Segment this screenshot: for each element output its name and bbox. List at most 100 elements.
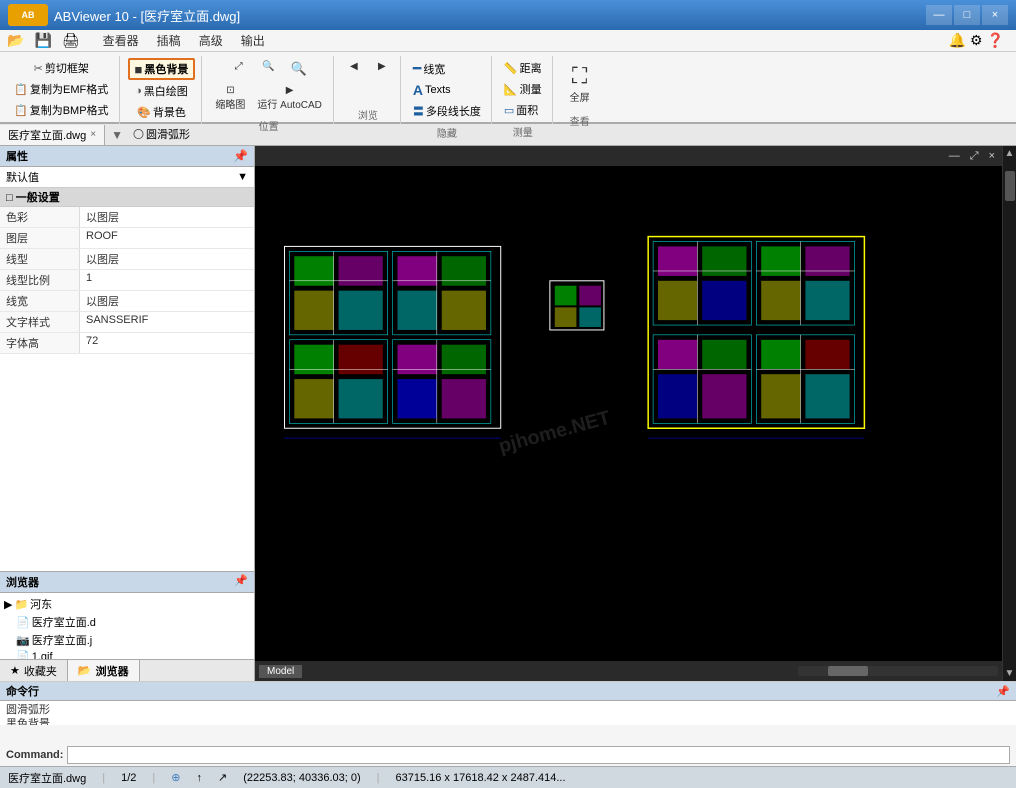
tree-item-hedong[interactable]: ▶ 📁 河东: [2, 595, 252, 613]
title-bar-controls[interactable]: — □ ×: [926, 5, 1008, 25]
tree-item-gif-label: 1.gif: [32, 651, 53, 660]
doc-tab-close-icon[interactable]: ×: [90, 129, 96, 140]
title-bar-left: AB ABViewer 10 - [医疗室立面.dwg]: [8, 4, 240, 26]
tree-item-dwg[interactable]: 📄 医疗室立面.d: [14, 613, 252, 631]
canvas-close-icon[interactable]: ×: [986, 149, 998, 163]
document-tab-active[interactable]: 医疗室立面.dwg ×: [0, 125, 105, 145]
view-group-label: 查看: [570, 113, 590, 128]
thumbnail-icon: ⊡: [226, 85, 234, 96]
props-row-layer: 图层 ROOF: [0, 228, 254, 249]
linewidth-button[interactable]: ━ 线宽: [409, 58, 485, 79]
area-button[interactable]: ▭ 面积: [500, 100, 546, 120]
tab-dropdown-icon[interactable]: ▼: [105, 126, 129, 144]
cmd-pin-icon[interactable]: 📌: [996, 685, 1010, 698]
doc-tab-filename: 医疗室立面.dwg: [8, 127, 86, 143]
texts-button[interactable]: A Texts: [409, 80, 485, 100]
copy-bmp-button[interactable]: 📋 复制为BMP格式: [10, 100, 113, 120]
menu-insert[interactable]: 插稿: [149, 30, 189, 51]
zoom-out-button[interactable]: 🔍: [285, 58, 313, 80]
props-section-general: □ 一般设置: [0, 188, 254, 207]
linewidth-label: 线宽: [423, 61, 445, 77]
scroll-thumb[interactable]: [1005, 171, 1015, 201]
bg-color-button[interactable]: 🎨 背景色: [133, 102, 190, 122]
canvas-minimize-icon[interactable]: —: [946, 149, 963, 163]
minimize-button[interactable]: —: [926, 5, 952, 25]
canvas-main[interactable]: pjhome.NET: [255, 166, 1002, 661]
info-icon[interactable]: ❓: [987, 32, 1004, 49]
close-button[interactable]: ×: [982, 5, 1008, 25]
model-tab[interactable]: Model: [259, 665, 302, 678]
measure-button[interactable]: 📐 测量: [500, 79, 546, 99]
maximize-button[interactable]: □: [954, 5, 980, 25]
black-bg-icon: ■: [135, 62, 143, 77]
menu-advanced[interactable]: 高级: [191, 30, 231, 51]
favorites-tab[interactable]: ★ 收藏夹: [0, 660, 68, 681]
polyline-length-button[interactable]: 〓 多段线长度: [409, 101, 485, 121]
properties-table: □ 一般设置 色彩 以图层 图层 ROOF 线型 以图层 线型比例 1: [0, 188, 254, 571]
bw-drawing-button[interactable]: ◑ 黑白绘图: [131, 81, 192, 101]
properties-dropdown[interactable]: 默认值 ▼: [0, 167, 254, 188]
qa-open-icon[interactable]: 📂: [4, 31, 27, 50]
black-bg-button[interactable]: ■ 黑色背景: [128, 58, 196, 80]
menu-output[interactable]: 输出: [233, 30, 273, 51]
scroll-down-icon[interactable]: ▼: [1003, 666, 1016, 681]
zoom-extents-icon: ⤢: [235, 61, 243, 72]
props-val-linescale: 1: [80, 270, 254, 290]
ribbon-toolbar: ✂ 剪切框架 📋 复制为EMF格式 📋 复制为BMP格式 🔍 显示: [0, 52, 1016, 124]
props-val-color: 以图层: [80, 207, 254, 227]
linewidth-icon: ━: [413, 60, 421, 77]
zoom-extents-button[interactable]: ⤢: [225, 58, 253, 80]
status-divider-2: |: [152, 772, 155, 784]
scroll-up-icon[interactable]: ▲: [1003, 146, 1016, 161]
distance-button[interactable]: 📏 距离: [500, 58, 546, 78]
props-val-fontheight: 72: [80, 333, 254, 353]
qa-save-icon[interactable]: 💾: [31, 31, 54, 50]
fullscreen-button[interactable]: ⛶ 全屏: [561, 58, 599, 109]
main-layout: 属性 📌 默认值 ▼ □ 一般设置 色彩 以图层 图层 ROOF 线型: [0, 146, 1016, 681]
status-page: 1/2: [121, 772, 136, 784]
bg-color-label: 背景色: [153, 104, 186, 120]
copy-bmp-label: 复制为BMP格式: [30, 102, 109, 118]
tree-item-jpg[interactable]: 📷 医疗室立面.j: [14, 631, 252, 649]
browser-tab[interactable]: 📂 浏览器: [68, 660, 140, 681]
status-dimensions: 63715.16 x 17618.42 x 2487.414...: [396, 772, 566, 784]
cut-frame-button[interactable]: ✂ 剪切框架: [30, 58, 93, 78]
bw-drawing-icon: ◑: [135, 85, 142, 97]
dwg-drawing: pjhome.NET: [255, 166, 1002, 661]
area-icon: ▭: [504, 104, 514, 117]
thumbnail-button[interactable]: ⊡ 缩略图: [210, 82, 250, 114]
canvas-area: — ⤢ ×: [255, 146, 1002, 681]
properties-dropdown-value: 默认值: [6, 169, 39, 185]
zoom-in-button[interactable]: 🔍: [255, 58, 283, 80]
zoom-in-icon: 🔍: [262, 61, 274, 72]
smooth-arc-button[interactable]: 〇 圆滑弧形: [129, 124, 194, 144]
tree-item-gif[interactable]: 📄 1.gif: [14, 649, 252, 659]
run-autocad-button[interactable]: ▶ 运行 AutoCAD: [252, 82, 326, 114]
tree-expand-icon: ▶: [4, 598, 12, 611]
browser-pin-icon[interactable]: 📌: [234, 574, 248, 590]
vertical-scrollbar[interactable]: ▲ ▼: [1002, 146, 1016, 681]
settings-icon[interactable]: ⚙: [970, 32, 983, 49]
copy-bmp-icon: 📋: [14, 104, 28, 117]
zoom-out-icon: 🔍: [291, 61, 307, 77]
measure-label: 测量: [520, 81, 542, 97]
props-val-linetype: 以图层: [80, 249, 254, 269]
cmd-section-body: 圆滑弧形 黑色背景: [0, 701, 1016, 725]
prev-page-button[interactable]: ◀: [342, 58, 366, 75]
properties-pin-icon[interactable]: 📌: [233, 149, 248, 163]
copy-emf-icon: 📋: [14, 83, 28, 96]
tree-file-icon2: 📷: [16, 634, 30, 647]
polyline-icon: 〓: [413, 103, 424, 119]
bg-color-icon: 🎨: [137, 106, 151, 119]
help-icon[interactable]: 🔔: [949, 32, 966, 49]
canvas-maximize-icon[interactable]: ⤢: [967, 149, 982, 164]
smooth-arc-icon: 〇: [133, 126, 144, 142]
status-coords-icon: ⊕: [171, 771, 180, 784]
menu-viewer[interactable]: 查看器: [95, 30, 147, 51]
cmd-input-field[interactable]: [67, 746, 1010, 764]
props-key-linewidth: 线宽: [0, 291, 80, 311]
next-page-button[interactable]: ▶: [370, 58, 394, 75]
thumbnail-label: 缩略图: [215, 96, 245, 111]
qa-print-icon[interactable]: 🖨: [59, 31, 83, 50]
copy-emf-button[interactable]: 📋 复制为EMF格式: [10, 79, 112, 99]
